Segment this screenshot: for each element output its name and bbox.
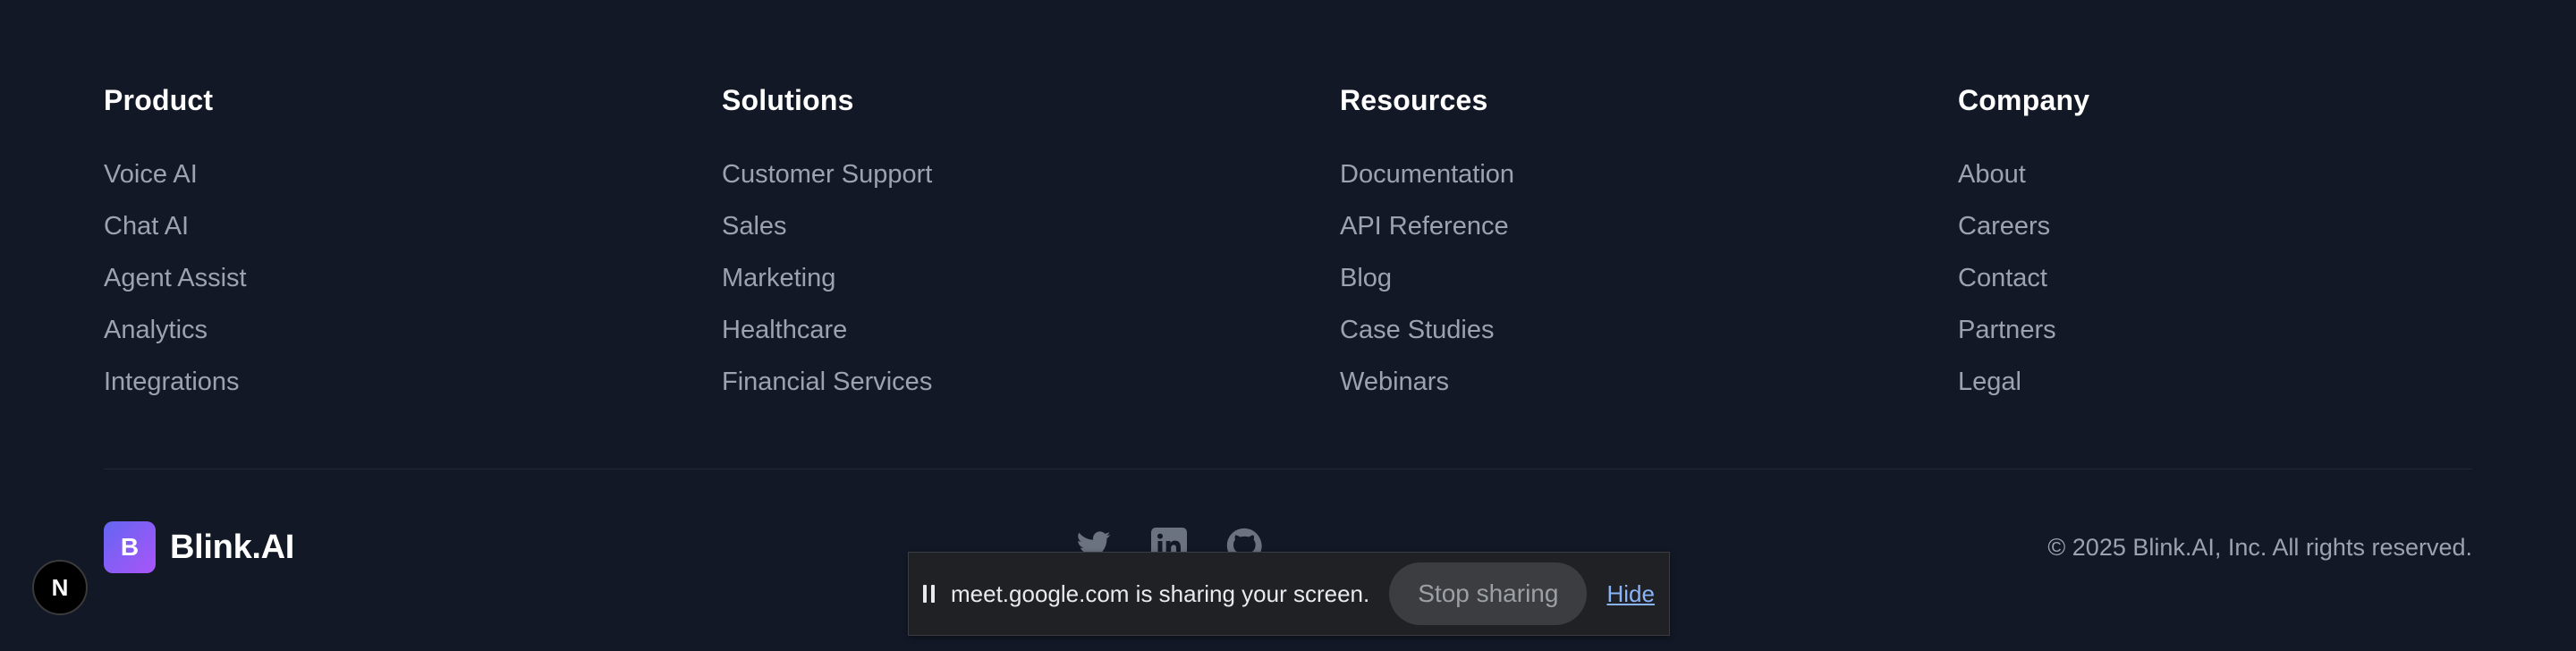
link-list: About Careers Contact Partners Legal	[1958, 148, 2056, 408]
footer-link-financial-services[interactable]: Financial Services	[722, 356, 932, 408]
site-footer: Product Voice AI Chat AI Agent Assist An…	[0, 0, 2576, 651]
footer-link-integrations[interactable]: Integrations	[104, 356, 247, 408]
copyright-text: © 2025 Blink.AI, Inc. All rights reserve…	[2047, 534, 2472, 561]
hide-link[interactable]: Hide	[1606, 580, 1654, 608]
footer-column-company: Company About Careers Contact Partners L…	[1958, 82, 2090, 396]
nextjs-logo-letter: N	[52, 574, 69, 601]
footer-link-voice-ai[interactable]: Voice AI	[104, 148, 247, 200]
nextjs-dev-indicator[interactable]: N	[32, 560, 88, 615]
link-list: Customer Support Sales Marketing Healthc…	[722, 148, 932, 408]
brand-logo[interactable]: B Blink.AI	[104, 521, 294, 573]
footer-link-agent-assist[interactable]: Agent Assist	[104, 252, 247, 304]
footer-link-legal[interactable]: Legal	[1958, 356, 2056, 408]
footer-link-analytics[interactable]: Analytics	[104, 304, 247, 356]
screen-share-bar: meet.google.com is sharing your screen. …	[908, 552, 1670, 636]
footer-link-customer-support[interactable]: Customer Support	[722, 148, 932, 200]
brand-badge: B	[104, 521, 156, 573]
footer-link-careers[interactable]: Careers	[1958, 200, 2056, 252]
footer-link-healthcare[interactable]: Healthcare	[722, 304, 932, 356]
footer-link-documentation[interactable]: Documentation	[1340, 148, 1514, 200]
column-heading: Company	[1958, 84, 2090, 116]
footer-column-solutions: Solutions Customer Support Sales Marketi…	[722, 82, 932, 396]
footer-link-contact[interactable]: Contact	[1958, 252, 2056, 304]
column-heading: Resources	[1340, 84, 1488, 116]
link-list: Voice AI Chat AI Agent Assist Analytics …	[104, 148, 247, 408]
stop-sharing-button[interactable]: Stop sharing	[1389, 562, 1588, 625]
footer-link-case-studies[interactable]: Case Studies	[1340, 304, 1514, 356]
footer-link-chat-ai[interactable]: Chat AI	[104, 200, 247, 252]
link-list: Documentation API Reference Blog Case St…	[1340, 148, 1514, 408]
footer-link-partners[interactable]: Partners	[1958, 304, 2056, 356]
share-message: meet.google.com is sharing your screen.	[951, 579, 1370, 607]
brand-name: Blink.AI	[170, 528, 295, 566]
column-heading: Solutions	[722, 84, 854, 116]
footer-link-blog[interactable]: Blog	[1340, 252, 1514, 304]
pause-icon	[923, 584, 935, 604]
nextjs-logo-icon: N	[52, 574, 69, 601]
column-heading: Product	[104, 84, 214, 116]
footer-link-api-reference[interactable]: API Reference	[1340, 200, 1514, 252]
footer-link-webinars[interactable]: Webinars	[1340, 356, 1514, 408]
footer-link-about[interactable]: About	[1958, 148, 2056, 200]
footer-column-resources: Resources Documentation API Reference Bl…	[1340, 82, 1514, 396]
footer-link-sales[interactable]: Sales	[722, 200, 932, 252]
footer-link-marketing[interactable]: Marketing	[722, 252, 932, 304]
footer-column-product: Product Voice AI Chat AI Agent Assist An…	[104, 82, 247, 396]
